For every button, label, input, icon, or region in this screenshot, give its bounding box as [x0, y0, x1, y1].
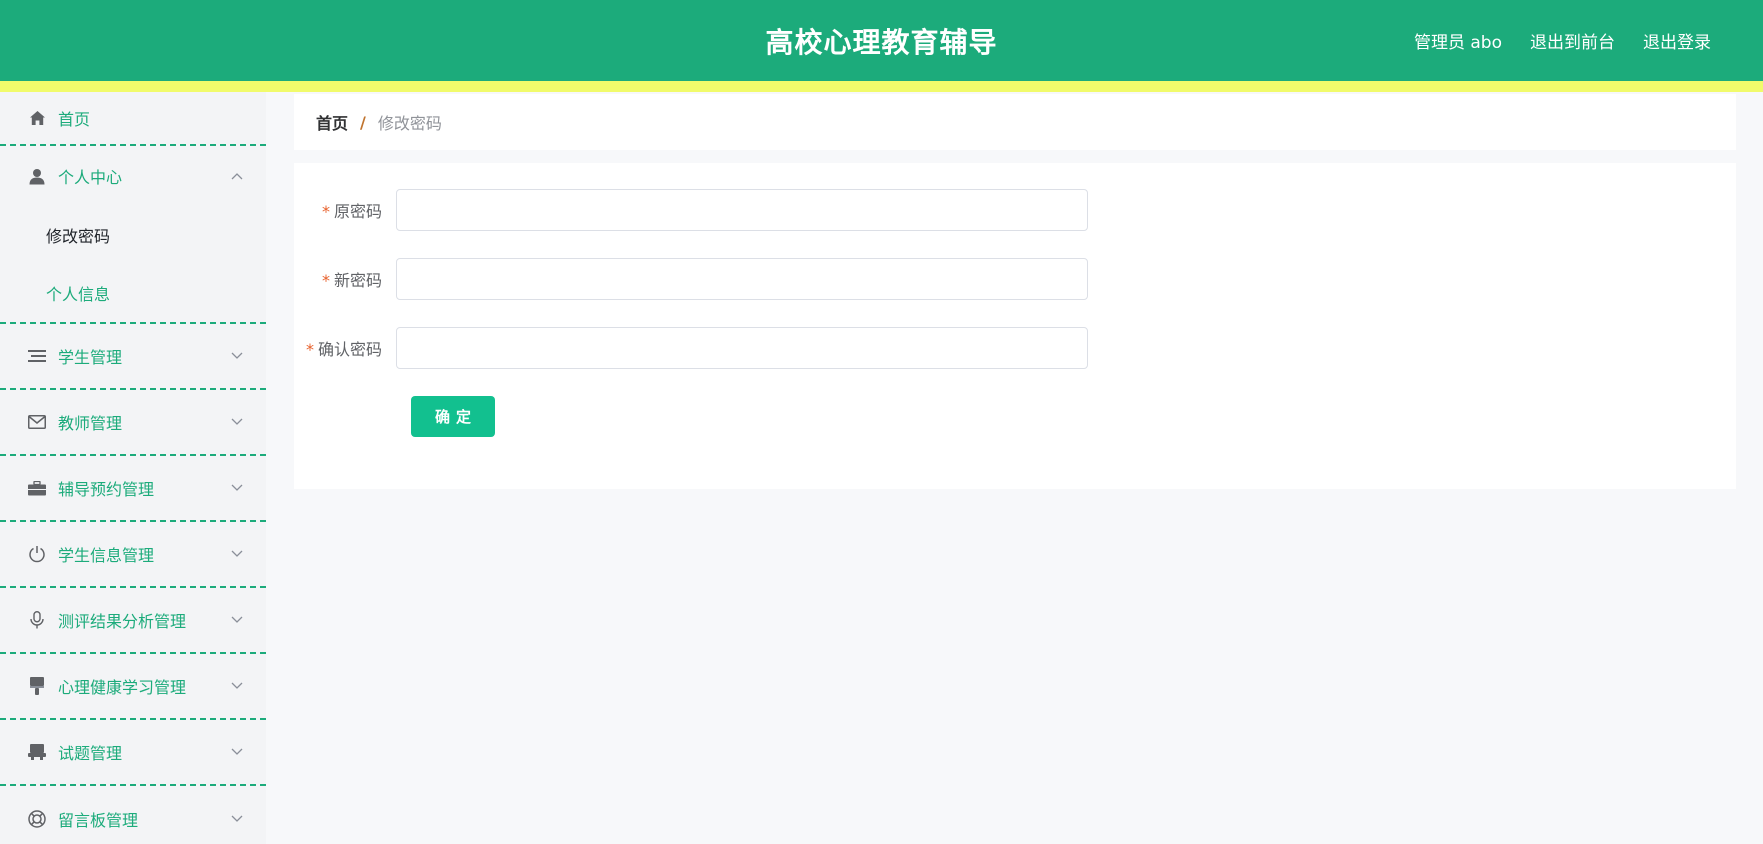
new-password-input[interactable] [396, 258, 1088, 300]
power-icon [28, 545, 46, 563]
form-row-confirm-password: * 确认密码 [294, 327, 1088, 369]
user-icon [28, 167, 46, 185]
sidebar-subitem-change-password[interactable]: 修改密码 [0, 206, 266, 264]
confirm-password-label: * 确认密码 [294, 336, 396, 360]
confirm-button[interactable]: 确定 [411, 396, 495, 437]
chevron-down-icon [230, 349, 244, 363]
new-password-label: * 新密码 [294, 267, 396, 291]
exit-to-front-link[interactable]: 退出到前台 [1530, 28, 1615, 53]
top-header: 高校心理教育辅导 管理员 abo 退出到前台 退出登录 [0, 0, 1763, 81]
required-marker: * [305, 340, 314, 359]
microphone-icon [28, 611, 46, 629]
sidebar-item-label: 测评结果分析管理 [58, 612, 187, 631]
briefcase-icon [28, 479, 46, 497]
lifebuoy-icon [28, 810, 46, 828]
sidebar-item-appointment-management[interactable]: 辅导预约管理 [0, 456, 266, 522]
breadcrumb: 首页 / 修改密码 [294, 94, 1736, 150]
sidebar-item-label: 心理健康学习管理 [58, 678, 187, 697]
chevron-down-icon [230, 481, 244, 495]
sidebar-item-label: 学生信息管理 [58, 546, 155, 565]
sidebar-item-label: 教师管理 [58, 414, 123, 433]
confirm-password-input[interactable] [396, 327, 1088, 369]
header-actions: 管理员 abo 退出到前台 退出登录 [1414, 0, 1711, 81]
required-marker: * [321, 202, 330, 221]
chevron-up-icon [230, 169, 244, 183]
chevron-down-icon [230, 679, 244, 693]
logout-link[interactable]: 退出登录 [1643, 28, 1711, 53]
chevron-down-icon [230, 547, 244, 561]
chevron-down-icon [230, 613, 244, 627]
breadcrumb-separator: / [360, 112, 366, 132]
home-icon [28, 109, 46, 127]
printer-icon [28, 743, 46, 761]
form-row-old-password: * 原密码 [294, 189, 1088, 231]
brush-icon [28, 677, 46, 695]
list-icon [28, 347, 46, 365]
chevron-down-icon [230, 415, 244, 429]
sidebar-item-student-info-management[interactable]: 学生信息管理 [0, 522, 266, 588]
old-password-label: * 原密码 [294, 198, 396, 222]
sidebar-item-personal-center[interactable]: 个人中心 [0, 146, 266, 206]
field-label-text: 原密码 [333, 202, 382, 221]
sidebar-item-label: 首页 [58, 110, 91, 129]
breadcrumb-home[interactable]: 首页 [316, 110, 348, 134]
field-label-text: 确认密码 [317, 340, 382, 359]
sidebar-item-assessment-analysis[interactable]: 测评结果分析管理 [0, 588, 266, 654]
chevron-down-icon [230, 745, 244, 759]
sidebar-item-mental-health-study[interactable]: 心理健康学习管理 [0, 654, 266, 720]
sidebar-item-label: 学生管理 [58, 348, 123, 367]
admin-label: 管理员 abo [1413, 33, 1502, 53]
mail-icon [28, 413, 46, 431]
sidebar-item-message-board[interactable]: 留言板管理 [0, 786, 266, 844]
old-password-input[interactable] [396, 189, 1088, 231]
field-label-text: 新密码 [333, 271, 382, 290]
sidebar: 首页 个人中心 修改密码 个人信息 学生管理 教师管理 辅导预约管理 学生信息管… [0, 92, 266, 844]
sidebar-item-label: 试题管理 [58, 744, 123, 763]
sidebar-group-personal-center: 个人中心 修改密码 个人信息 [0, 146, 266, 324]
required-marker: * [321, 271, 330, 290]
sidebar-item-student-management[interactable]: 学生管理 [0, 324, 266, 390]
sidebar-item-label: 个人中心 [58, 168, 123, 187]
sidebar-item-home[interactable]: 首页 [0, 92, 266, 146]
form-row-new-password: * 新密码 [294, 258, 1088, 300]
breadcrumb-current: 修改密码 [377, 114, 442, 133]
header-accent-strip [0, 81, 1763, 92]
change-password-form: * 原密码 * 新密码 * 确认密码 确定 [294, 163, 1736, 489]
sidebar-subitem-personal-info[interactable]: 个人信息 [0, 264, 266, 322]
sidebar-item-label: 留言板管理 [58, 811, 139, 830]
sidebar-item-teacher-management[interactable]: 教师管理 [0, 390, 266, 456]
sidebar-item-question-management[interactable]: 试题管理 [0, 720, 266, 786]
chevron-down-icon [230, 812, 244, 826]
sidebar-item-label: 辅导预约管理 [58, 480, 155, 499]
